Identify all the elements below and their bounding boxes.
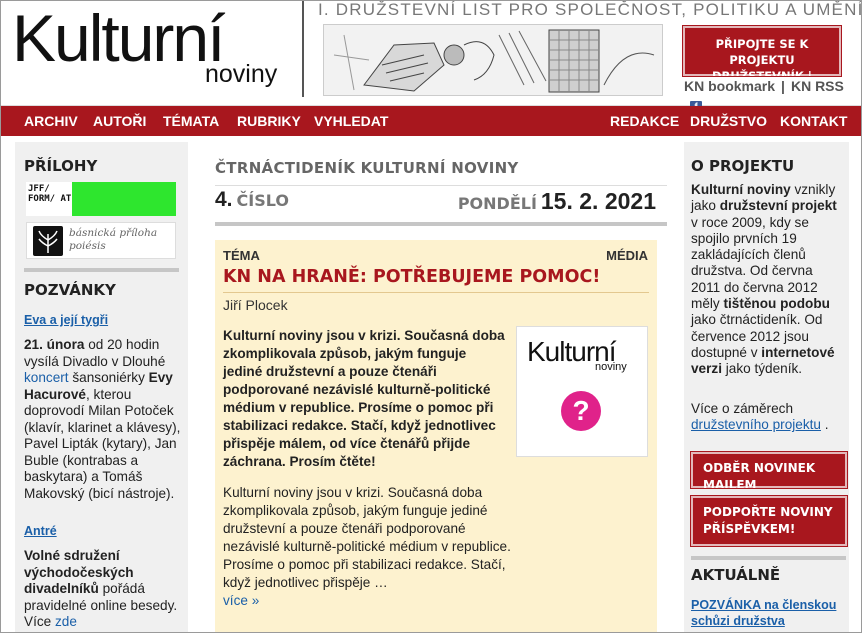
header-banner-image bbox=[323, 24, 663, 96]
kn-links-separator: | bbox=[781, 78, 785, 94]
about-strong-3: tištěnou podobu bbox=[723, 296, 830, 312]
aktualne-heading: AKTUÁLNĚ bbox=[691, 566, 781, 584]
about-more-text-a: Více o záměrech bbox=[691, 401, 793, 416]
right-sidebar: O PROJEKTU Kulturní noviny vznikly jako … bbox=[684, 142, 849, 633]
kn-links: KN bookmark | KN RSS bbox=[684, 78, 844, 94]
about-strong-2: družstevní projekt bbox=[719, 198, 837, 214]
event-1-text: 21. února od 20 hodin vysílá Divadlo v D… bbox=[24, 337, 182, 502]
jff-form-at-banner[interactable]: JFF/ FORM/ AT bbox=[26, 182, 176, 216]
jff-banner-text: JFF/ FORM/ AT bbox=[26, 182, 72, 216]
join-project-button[interactable]: PŘIPOJTE SE K PROJEKTU DRUŽSTEVNÍK | SPO… bbox=[682, 25, 842, 99]
kn-rss-link[interactable]: KN RSS bbox=[791, 78, 844, 94]
about-project-text: Kulturní noviny vznikly jako družstevní … bbox=[691, 182, 845, 378]
left-section-divider bbox=[24, 268, 179, 272]
issue-date: PONDĚLÍ 15. 2. 2021 bbox=[458, 188, 656, 215]
article-body-excerpt: Kulturní noviny jsou v krizi. Současná d… bbox=[223, 485, 511, 590]
newsletter-button[interactable]: ODBĚR NOVINEK MAILEM bbox=[690, 451, 848, 492]
nav-item-archiv[interactable]: ARCHIV bbox=[24, 113, 78, 129]
event-1-text-b: šansoniérky bbox=[68, 370, 149, 385]
publication-kicker: ČTRNÁCTIDENÍK KULTURNÍ NOVINY bbox=[215, 159, 519, 177]
logo-sub-text: noviny bbox=[205, 60, 278, 88]
event-1-text-c: , kterou doprovodí Milan Potoček (klavír… bbox=[24, 386, 181, 501]
aktualne-link[interactable]: POZVÁNKA na členskou schůzi družstva bbox=[691, 597, 845, 629]
article-title-divider bbox=[223, 292, 649, 293]
druzstevni-projekt-link[interactable]: družstevního projektu bbox=[691, 417, 821, 432]
nav-item-rubriky[interactable]: RUBRIKY bbox=[237, 113, 301, 129]
support-button-line-2: PŘÍSPĚVKEM! bbox=[703, 522, 796, 536]
nav-item-vyhledat[interactable]: VYHLEDAT bbox=[314, 113, 388, 129]
article-author[interactable]: Jiří Plocek bbox=[223, 297, 288, 313]
issue-date-value: 15. 2. 2021 bbox=[540, 188, 656, 214]
nav-item-temata[interactable]: TÉMATA bbox=[163, 113, 219, 129]
article-category[interactable]: TÉMA bbox=[223, 248, 260, 263]
support-button-line-1: PODPOŘTE NOVINY bbox=[703, 505, 833, 519]
article-media-tag[interactable]: MÉDIA bbox=[606, 248, 648, 263]
about-more-text-b: . bbox=[820, 417, 829, 433]
main-navigation: ARCHIV AUTOŘI TÉMATA RUBRIKY VYHLEDAT RE… bbox=[0, 106, 862, 136]
article-image-logo-sub: noviny bbox=[595, 361, 627, 373]
poiesis-banner[interactable]: básnická příloha poiésis bbox=[26, 222, 176, 259]
right-section-divider bbox=[691, 556, 846, 560]
left-sidebar: PŘÍLOHY JFF/ FORM/ AT básnická příloha p… bbox=[15, 142, 188, 633]
event-2-link-wrap: Antré bbox=[24, 523, 182, 540]
site-tagline: I. DRUŽSTEVNÍ LIST PRO SPOLEČNOST, POLIT… bbox=[318, 0, 862, 19]
article-lead: Kulturní noviny jsou v krizi. Současná d… bbox=[223, 328, 505, 469]
site-header: Kulturní noviny I. DRUŽSTEVNÍ LIST PRO S… bbox=[0, 0, 862, 113]
nav-item-kontakt[interactable]: KONTAKT bbox=[780, 113, 847, 129]
event-1-link[interactable]: Eva a její tygři bbox=[24, 313, 108, 327]
issue-number: 4. ČÍSLO bbox=[215, 188, 289, 212]
kn-bookmark-link[interactable]: KN bookmark bbox=[684, 78, 775, 94]
article-title[interactable]: KN NA HRANĚ: POTŘEBUJEME POMOC! bbox=[223, 267, 600, 287]
header-divider bbox=[302, 0, 304, 97]
poiesis-plant-icon bbox=[33, 226, 63, 256]
poiesis-banner-text: básnická příloha poiésis bbox=[69, 227, 158, 252]
event-2-text: Volné sdružení východočeských divadelník… bbox=[24, 548, 182, 631]
article-image[interactable]: Kulturní noviny ? bbox=[516, 326, 648, 457]
about-strong-1: Kulturní noviny bbox=[691, 182, 791, 197]
issue-number-label: ČÍSLO bbox=[236, 191, 289, 210]
issue-number-value: 4. bbox=[215, 188, 233, 211]
kicker-divider bbox=[215, 185, 667, 186]
event-1-koncert-link[interactable]: koncert bbox=[24, 370, 69, 385]
question-mark-icon: ? bbox=[561, 391, 601, 431]
about-text-4: jako týdeník. bbox=[721, 361, 803, 377]
event-2-link[interactable]: Antré bbox=[24, 524, 57, 538]
o-projektu-heading: O PROJEKTU bbox=[691, 157, 795, 175]
site-logo[interactable]: Kulturní noviny bbox=[12, 2, 292, 98]
issue-weekday: PONDĚLÍ bbox=[457, 194, 537, 213]
join-line-1: PŘIPOJTE SE K PROJEKTU bbox=[715, 37, 809, 67]
event-1-date: 21. února bbox=[24, 337, 85, 352]
banner-collage-graphic bbox=[324, 25, 662, 95]
pozvanky-heading: POZVÁNKY bbox=[24, 281, 116, 299]
featured-article: TÉMA MÉDIA KN NA HRANĚ: POTŘEBUJEME POMO… bbox=[215, 240, 657, 633]
main-content: ČTRNÁCTIDENÍK KULTURNÍ NOVINY 4. ČÍSLO PO… bbox=[195, 142, 678, 633]
about-more-text: Více o záměrech družstevního projektu . bbox=[691, 401, 845, 434]
support-button[interactable]: PODPOŘTE NOVINY PŘÍSPĚVKEM! bbox=[690, 495, 848, 547]
nav-item-druzstvo[interactable]: DRUŽSTVO bbox=[690, 113, 767, 129]
event-1-link-wrap: Eva a její tygři bbox=[24, 312, 182, 329]
nav-item-redakce[interactable]: REDAKCE bbox=[610, 113, 679, 129]
event-2-zde-link[interactable]: zde bbox=[55, 614, 77, 629]
logo-main-text: Kulturní bbox=[12, 1, 225, 75]
article-more-link[interactable]: více » bbox=[223, 593, 259, 608]
nav-item-autori[interactable]: AUTOŘI bbox=[93, 113, 146, 129]
prilohy-heading: PŘÍLOHY bbox=[24, 157, 98, 175]
issue-divider bbox=[215, 222, 667, 226]
